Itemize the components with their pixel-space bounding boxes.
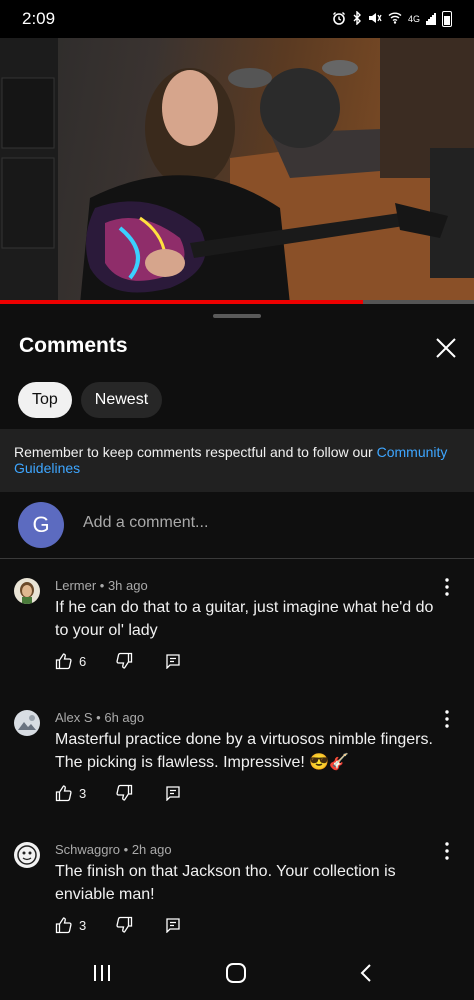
comment-text: The finish on that Jackson tho. Your col… xyxy=(55,863,396,903)
reply-icon xyxy=(166,918,180,933)
alarm-icon xyxy=(332,11,346,28)
close-button[interactable] xyxy=(432,334,460,362)
like-button[interactable]: 6 xyxy=(55,652,115,670)
reply-icon xyxy=(166,786,180,801)
filter-chips: Top Newest xyxy=(18,382,163,418)
chip-newest[interactable]: Newest xyxy=(80,382,163,418)
comment-actions: 3 xyxy=(55,784,181,802)
recents-icon xyxy=(94,965,110,981)
thumb-down-icon xyxy=(116,916,133,933)
add-comment-input[interactable] xyxy=(83,514,443,532)
reply-button[interactable] xyxy=(165,785,181,801)
more-vert-icon xyxy=(445,842,449,860)
comment-item: Lermer • 3h ago If he can do that to a g… xyxy=(0,568,474,698)
status-time: 2:09 xyxy=(22,9,56,28)
dislike-button[interactable] xyxy=(115,784,133,802)
comment-meta: Lermer • 3h ago xyxy=(55,578,148,593)
thumb-up-icon xyxy=(55,653,72,670)
status-bar: 2:09 4G xyxy=(0,0,474,38)
comment-meta: Schwaggro • 2h ago xyxy=(55,842,172,857)
commenter-avatar[interactable] xyxy=(14,578,40,604)
drag-handle[interactable] xyxy=(213,314,261,318)
comment-actions: 6 xyxy=(55,652,181,670)
commenter-avatar[interactable] xyxy=(14,710,40,736)
like-count: 6 xyxy=(79,653,87,669)
like-button[interactable]: 3 xyxy=(55,784,115,802)
recent-apps-button[interactable] xyxy=(92,962,112,989)
reply-icon xyxy=(166,654,180,669)
more-options-button[interactable] xyxy=(440,576,454,598)
more-options-button[interactable] xyxy=(440,840,454,862)
more-vert-icon xyxy=(445,578,449,596)
comment-item: Alex S • 6h ago Masterful practice done … xyxy=(0,700,474,830)
dislike-button[interactable] xyxy=(115,652,133,670)
mute-icon xyxy=(368,11,382,28)
thumb-down-icon xyxy=(116,652,133,669)
video-frame xyxy=(0,38,474,304)
chip-top[interactable]: Top xyxy=(18,382,72,418)
reply-button[interactable] xyxy=(165,653,181,669)
dislike-button[interactable] xyxy=(115,916,133,934)
comments-sheet: Comments Top Newest Remember to keep com… xyxy=(0,304,474,950)
like-count: 3 xyxy=(79,917,87,933)
close-icon xyxy=(436,338,456,358)
home-button[interactable] xyxy=(225,962,247,989)
home-icon xyxy=(226,963,246,983)
signal-icon xyxy=(426,13,436,25)
comment-item: Schwaggro • 2h ago The finish on that Ja… xyxy=(0,832,474,962)
network-label: 4G xyxy=(407,14,420,24)
more-options-button[interactable] xyxy=(440,708,454,730)
comments-title: Comments xyxy=(19,334,128,357)
community-notice: Remember to keep comments respectful and… xyxy=(0,429,474,492)
notice-text: Remember to keep comments respectful and… xyxy=(14,444,377,460)
thumb-up-icon xyxy=(55,917,72,934)
battery-icon xyxy=(442,11,452,27)
bluetooth-icon xyxy=(352,9,362,28)
avatar[interactable]: G xyxy=(18,502,64,548)
comment-actions: 3 xyxy=(55,916,181,934)
status-icons: 4G xyxy=(332,9,452,28)
reply-button[interactable] xyxy=(165,917,181,933)
thumb-up-icon xyxy=(55,785,72,802)
back-button[interactable] xyxy=(358,962,374,989)
comment-text: If he can do that to a guitar, just imag… xyxy=(55,599,434,639)
wifi-icon xyxy=(388,11,402,27)
back-icon xyxy=(360,964,371,982)
comment-meta: Alex S • 6h ago xyxy=(55,710,145,725)
more-vert-icon xyxy=(445,710,449,728)
commenter-avatar[interactable] xyxy=(14,842,40,868)
add-comment-row: G xyxy=(0,492,474,559)
like-button[interactable]: 3 xyxy=(55,916,115,934)
system-nav-bar xyxy=(0,950,474,1000)
like-count: 3 xyxy=(79,785,87,801)
comment-text: Masterful practice done by a virtuosos n… xyxy=(55,731,433,771)
thumb-down-icon xyxy=(116,784,133,801)
video-player[interactable] xyxy=(0,38,474,304)
